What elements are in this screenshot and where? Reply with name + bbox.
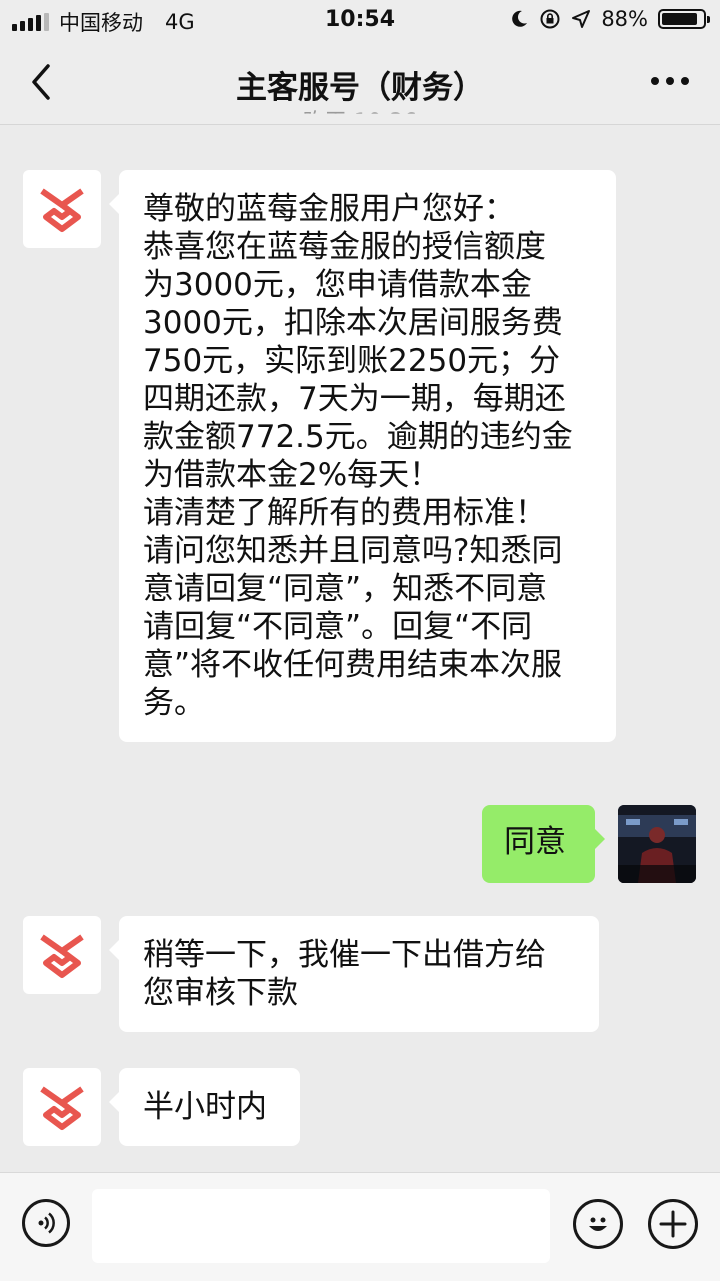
status-right: 88% — [509, 7, 710, 31]
message-line: 务。 — [143, 685, 205, 721]
rotation-lock-icon — [540, 9, 560, 29]
voice-button[interactable] — [22, 1199, 70, 1247]
message-line: 750元，实际到账2250元；分 — [143, 343, 561, 379]
brand-logo-icon — [40, 188, 84, 232]
user-avatar[interactable] — [618, 805, 696, 883]
avatar-photo — [618, 805, 696, 883]
message-line: 意请回复“同意”，知悉不同意 — [143, 571, 548, 607]
message-line: 3000元，扣除本次居间服务费 — [143, 305, 563, 341]
emoji-icon — [589, 1217, 607, 1231]
message-line: 您审核下款 — [143, 975, 298, 1011]
more-dots-icon[interactable] — [648, 66, 692, 96]
battery-percent: 88% — [601, 7, 648, 31]
status-bar: 中国移动 4G 10:54 88% — [0, 0, 720, 40]
emoji-button[interactable] — [573, 1199, 623, 1249]
message-line: 尊敬的蓝莓金服用户您好： — [143, 191, 515, 227]
input-bar — [0, 1172, 720, 1281]
message-line: 四期还款，7天为一期，每期还 — [143, 381, 566, 417]
message-line: 为3000元，您申请借款本金 — [143, 267, 532, 303]
message-bubble-own[interactable]: 同意 — [482, 805, 605, 883]
message-line: 意”将不收任何费用结束本次服 — [143, 647, 563, 683]
service-avatar[interactable] — [23, 1068, 101, 1146]
brand-logo-icon — [40, 934, 84, 978]
moon-icon — [512, 10, 528, 27]
message-bubble[interactable]: 半小时内 — [109, 1068, 300, 1146]
message-bubble[interactable]: 尊敬的蓝莓金服用户您好： 恭喜您在蓝莓金服的授信额度 为3000元，您申请借款本… — [109, 170, 616, 742]
message-text: 稍等一下，我催一下出借方给 您审核下款 — [143, 936, 575, 1012]
message-text: 半小时内 — [143, 1089, 267, 1125]
battery-icon — [658, 9, 710, 29]
service-avatar[interactable] — [23, 916, 101, 994]
plus-icon — [659, 1210, 687, 1238]
voice-icon — [38, 1212, 55, 1234]
message-bubble[interactable]: 稍等一下，我催一下出借方给 您审核下款 — [109, 916, 599, 1032]
message-line: 为借款本金2%每天！ — [143, 457, 441, 493]
plus-button[interactable] — [648, 1199, 698, 1249]
message-line: 请问您知悉并且同意吗?知悉同 — [143, 533, 563, 569]
message-line: 请回复“不同意”。回复“不同 — [143, 609, 533, 645]
message-line: 恭喜您在蓝莓金服的授信额度 — [143, 229, 546, 265]
message-input[interactable] — [92, 1189, 550, 1263]
page-title: 主客服号（财务） — [236, 70, 484, 106]
message-line: 款金额772.5元。逾期的违约金 — [143, 419, 573, 455]
message-line: 请清楚了解所有的费用标准！ — [143, 495, 546, 531]
message-line: 稍等一下，我催一下出借方给 — [143, 937, 546, 973]
location-icon — [572, 10, 591, 28]
message-text: 同意 — [504, 824, 566, 860]
brand-logo-icon — [40, 1086, 84, 1130]
service-avatar[interactable] — [23, 170, 101, 248]
message-text: 尊敬的蓝莓金服用户您好： 恭喜您在蓝莓金服的授信额度 为3000元，您申请借款本… — [143, 190, 592, 722]
